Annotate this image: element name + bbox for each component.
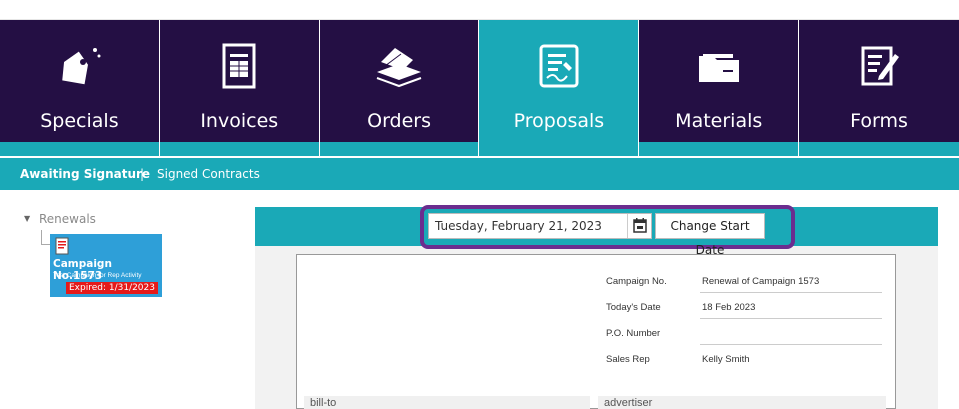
start-date-field[interactable]: Tuesday, February 21, 2023 bbox=[428, 213, 652, 239]
tile-materials[interactable]: Materials bbox=[639, 20, 799, 156]
campaign-card[interactable]: Campaign No.1573 Test Campaign for Rep A… bbox=[50, 234, 162, 297]
main-nav-tiles: Specials Invoices Orders Proposals Mater… bbox=[0, 20, 959, 156]
field-po-number: P.O. Number bbox=[606, 322, 886, 346]
field-todays-date: Today's Date 18 Feb 2023 bbox=[606, 296, 886, 320]
tile-accent-bar bbox=[0, 142, 159, 156]
bill-to-section: bill-to bbox=[304, 396, 590, 409]
tile-label: Materials bbox=[675, 110, 763, 132]
tag-icon bbox=[62, 48, 101, 85]
form-edit-icon bbox=[861, 46, 900, 86]
advertiser-section: advertiser bbox=[598, 396, 886, 409]
tile-accent-bar bbox=[159, 142, 319, 156]
tile-label: Orders bbox=[367, 110, 432, 132]
invoice-icon bbox=[222, 43, 256, 89]
subnav-awaiting-signature[interactable]: Awaiting Signature bbox=[20, 167, 150, 181]
tile-orders[interactable]: Orders bbox=[319, 20, 479, 156]
tile-specials[interactable]: Specials bbox=[0, 20, 159, 156]
tile-label: Invoices bbox=[200, 110, 279, 132]
tile-label: Specials bbox=[40, 110, 119, 132]
tile-label: Proposals bbox=[513, 110, 605, 132]
card-subtitle: Test Campaign for Rep Activity bbox=[53, 272, 142, 279]
field-value: 18 Feb 2023 bbox=[702, 302, 756, 313]
top-strip bbox=[0, 0, 959, 20]
change-start-date-button[interactable]: Change Start Date bbox=[655, 213, 765, 257]
field-label: Campaign No. bbox=[606, 276, 667, 287]
field-underline bbox=[700, 344, 882, 345]
tile-accent-bar bbox=[479, 142, 639, 156]
status-badge: Expired: 1/31/2023 bbox=[65, 282, 158, 294]
tile-accent-bar bbox=[639, 142, 799, 156]
tree-group-renewals[interactable]: Renewals bbox=[39, 212, 96, 226]
field-label: P.O. Number bbox=[606, 328, 661, 339]
tile-label: Forms bbox=[850, 110, 908, 132]
tile-invoices[interactable]: Invoices bbox=[159, 20, 319, 156]
tile-proposals[interactable]: Proposals bbox=[479, 20, 639, 156]
tile-accent-bar bbox=[799, 142, 959, 156]
field-label: Today's Date bbox=[606, 302, 661, 313]
field-label: Sales Rep bbox=[606, 354, 650, 365]
subnav-separator: | bbox=[140, 167, 145, 181]
tile-accent-bar bbox=[319, 142, 479, 156]
proposal-icon bbox=[539, 44, 579, 88]
subnav-signed-contracts[interactable]: Signed Contracts bbox=[157, 167, 260, 181]
orders-stack-icon bbox=[376, 48, 422, 88]
document-icon bbox=[55, 237, 69, 255]
tile-forms[interactable]: Forms bbox=[799, 20, 959, 156]
caret-down-icon[interactable]: ▼ bbox=[24, 214, 30, 223]
tree-connector bbox=[41, 230, 42, 244]
field-value: Renewal of Campaign 1573 bbox=[702, 276, 820, 287]
field-campaign-no: Campaign No. Renewal of Campaign 1573 bbox=[606, 270, 886, 294]
field-value: Kelly Smith bbox=[702, 354, 750, 365]
field-underline bbox=[700, 292, 882, 293]
folder-icon bbox=[698, 54, 739, 82]
field-underline bbox=[700, 318, 882, 319]
field-sales-rep: Sales Rep Kelly Smith bbox=[606, 348, 886, 372]
calendar-icon bbox=[633, 218, 647, 233]
proposals-subnav: Awaiting Signature | Signed Contracts bbox=[0, 158, 959, 190]
calendar-button[interactable] bbox=[627, 214, 651, 238]
